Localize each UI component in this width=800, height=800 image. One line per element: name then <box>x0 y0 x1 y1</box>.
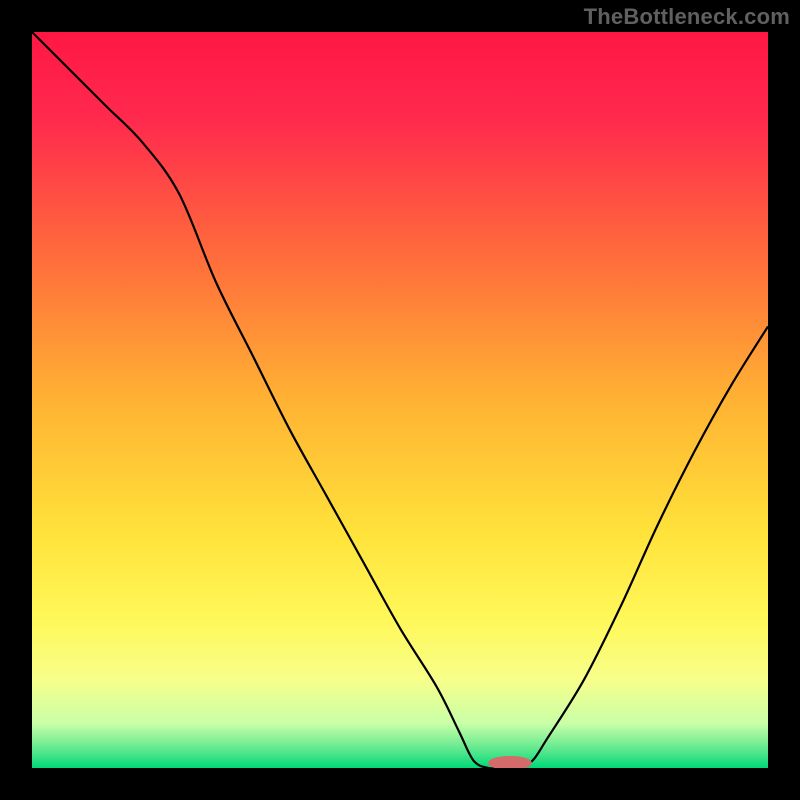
plot-area <box>32 32 768 768</box>
watermark-text: TheBottleneck.com <box>584 4 790 30</box>
bottleneck-chart-svg <box>32 32 768 768</box>
app-frame: TheBottleneck.com <box>0 0 800 800</box>
